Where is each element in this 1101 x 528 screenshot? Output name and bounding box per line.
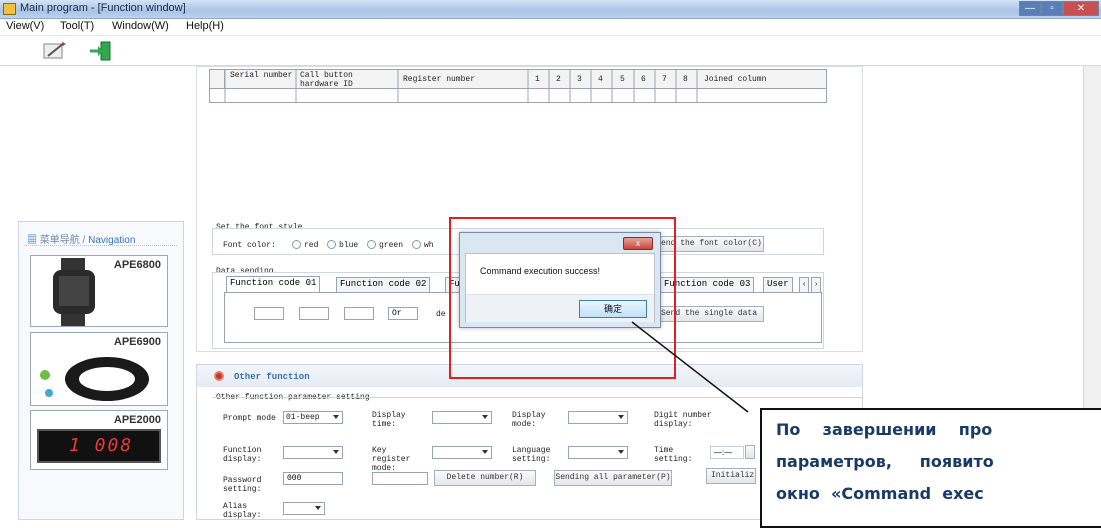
callout-line-1: По завершении про [776,420,993,439]
callout-line-3: окно «Command exec [776,484,984,503]
callout-box: По завершении про параметров, появито ок… [760,408,1101,528]
callout-line-2: параметров, появито [776,452,994,471]
